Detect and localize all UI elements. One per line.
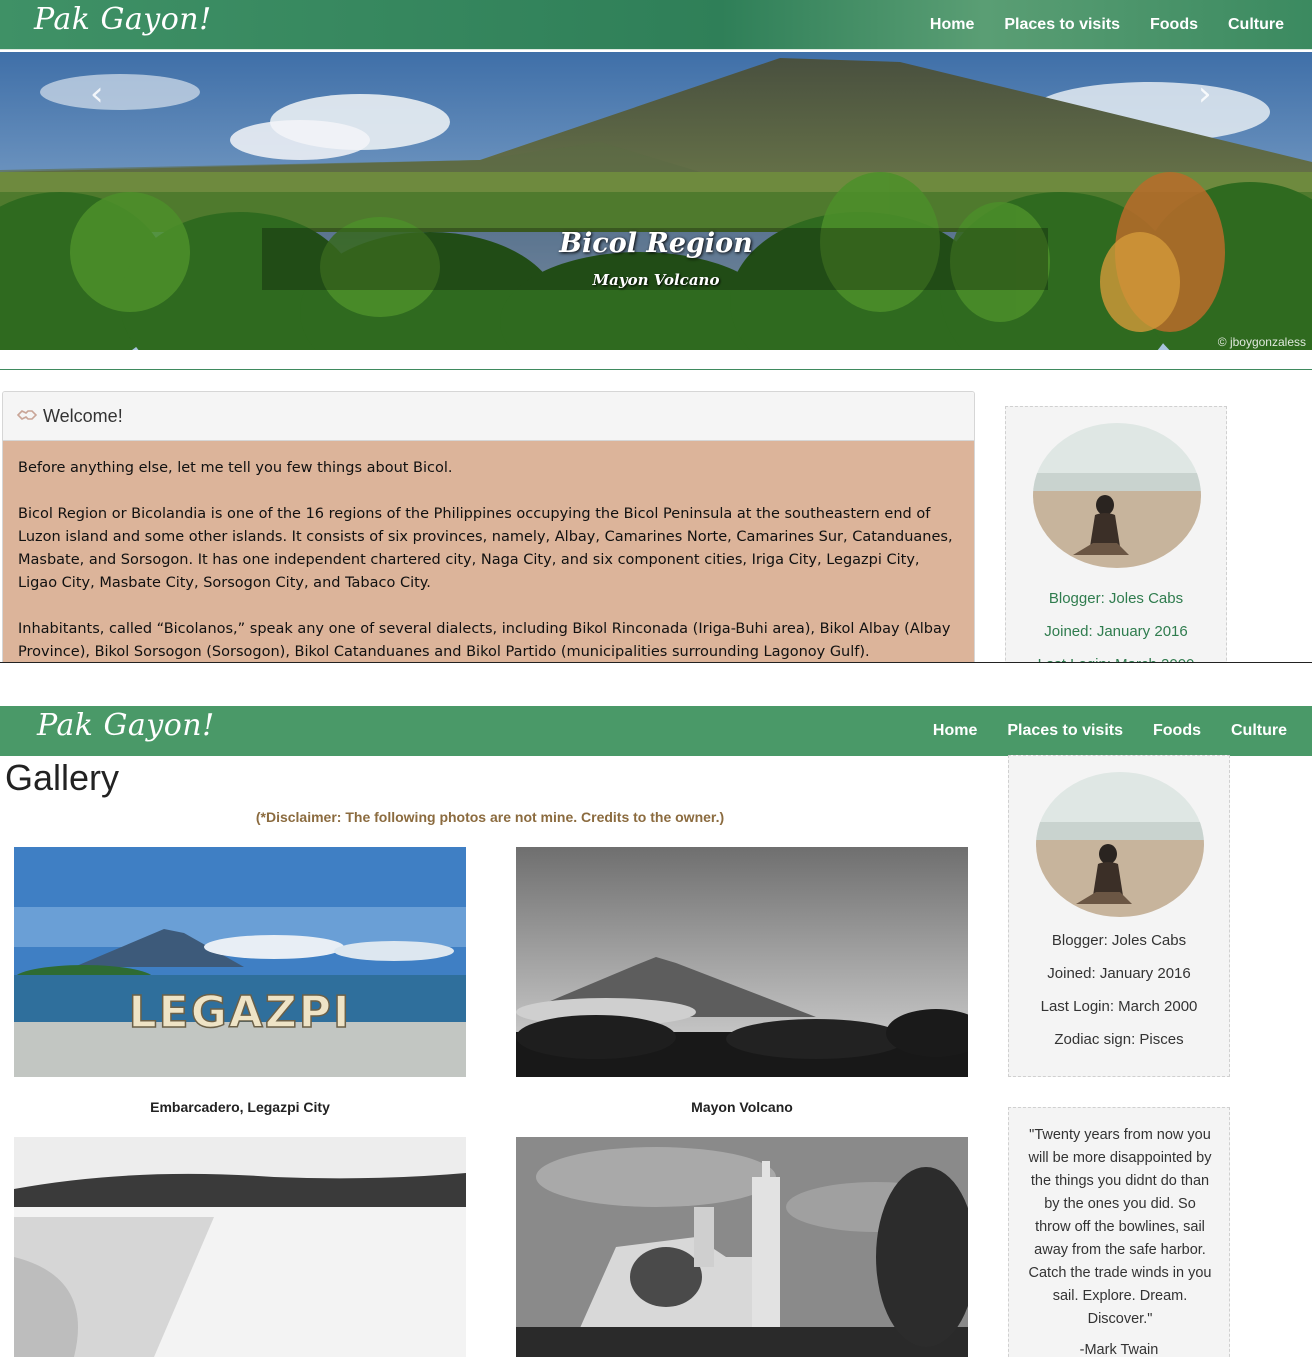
nav-foods[interactable]: Foods bbox=[1150, 16, 1198, 34]
photo-legazpi[interactable]: LEGAZPI bbox=[14, 847, 466, 1077]
legazpi-sign: LEGAZPI bbox=[129, 987, 352, 1038]
homepage-screenshot: Pak Gayon! Home Places to visits Foods C… bbox=[0, 0, 1312, 662]
photo-beach[interactable] bbox=[14, 1137, 466, 1357]
profile-blogger: Blogger: Joles Cabs bbox=[1051, 932, 1187, 949]
brand-logo[interactable]: Pak Gayon! bbox=[34, 2, 212, 37]
section-divider bbox=[0, 369, 1312, 370]
brand-logo[interactable]: Pak Gayon! bbox=[37, 708, 215, 743]
nav-places[interactable]: Places to visits bbox=[1007, 722, 1123, 740]
welcome-body: Before anything else, let me tell you fe… bbox=[3, 441, 974, 662]
nav-links: Home Places to visits Foods Culture bbox=[930, 0, 1284, 50]
nav-places[interactable]: Places to visits bbox=[1004, 16, 1120, 34]
welcome-paragraph: Bicol Region or Bicolandia is one of the… bbox=[18, 506, 953, 591]
profile-info: Blogger: Joles Cabs Joined: January 2016… bbox=[1006, 582, 1226, 662]
nav-home[interactable]: Home bbox=[930, 16, 974, 34]
welcome-title: Welcome! bbox=[43, 405, 123, 426]
profile-zodiac: Zodiac sign: Pisces bbox=[1054, 1031, 1184, 1048]
profile-last-login: Last Login: March 2000 bbox=[1006, 648, 1226, 662]
welcome-panel: Welcome! Before anything else, let me te… bbox=[2, 391, 975, 662]
carousel-subtitle: Mayon Volcano bbox=[592, 271, 720, 289]
welcome-paragraph: Before anything else, let me tell you fe… bbox=[18, 460, 453, 476]
profile-card: Blogger: Joles Cabs Joined: January 2016… bbox=[1008, 755, 1230, 1077]
gallery-title: Gallery bbox=[5, 757, 120, 798]
nav-culture[interactable]: Culture bbox=[1228, 16, 1284, 34]
nav-links: Home Places to visits Foods Culture bbox=[933, 706, 1287, 756]
chevron-right-icon[interactable]: › bbox=[1198, 74, 1212, 114]
avatar bbox=[1036, 772, 1204, 917]
profile-blogger: Blogger: Joles Cabs bbox=[1048, 590, 1184, 607]
photo-mayon-volcano[interactable] bbox=[516, 847, 968, 1077]
gallery-screenshot: Pak Gayon! Home Places to visits Foods C… bbox=[0, 706, 1312, 1357]
nav-home[interactable]: Home bbox=[933, 722, 977, 740]
carousel-title: Bicol Region bbox=[559, 228, 753, 259]
welcome-paragraph: Inhabitants, called “Bicolanos,” speak a… bbox=[18, 621, 951, 660]
avatar bbox=[1033, 423, 1201, 568]
welcome-panel-header: Welcome! bbox=[3, 392, 974, 441]
hero-carousel: Bicol Region Mayon Volcano ‹ › © jboygon… bbox=[0, 52, 1312, 350]
profile-last-login: Last Login: March 2000 bbox=[1040, 998, 1198, 1015]
photo-watermark: © jboygonzaless bbox=[1217, 335, 1306, 349]
nav-culture[interactable]: Culture bbox=[1231, 722, 1287, 740]
profile-card: Blogger: Joles Cabs Joined: January 2016… bbox=[1005, 406, 1227, 662]
nav-foods[interactable]: Foods bbox=[1153, 722, 1201, 740]
navbar: Pak Gayon! Home Places to visits Foods C… bbox=[0, 706, 1312, 756]
handshake-icon bbox=[16, 407, 38, 425]
profile-info: Blogger: Joles Cabs Joined: January 2016… bbox=[1009, 924, 1229, 1056]
quote-author: -Mark Twain bbox=[1079, 1342, 1159, 1357]
navbar: Pak Gayon! Home Places to visits Foods C… bbox=[0, 0, 1312, 50]
quote-card: "Twenty years from now you will be more … bbox=[1008, 1107, 1230, 1357]
gallery-disclaimer: (*Disclaimer: The following photos are n… bbox=[255, 809, 725, 825]
chevron-left-icon[interactable]: ‹ bbox=[90, 74, 104, 114]
photo-caption: Embarcadero, Legazpi City bbox=[150, 1099, 330, 1115]
screenshot-separator bbox=[0, 662, 1312, 663]
profile-joined: Joined: January 2016 bbox=[1047, 965, 1191, 982]
mayon-volcano-photo bbox=[0, 52, 1312, 350]
photo-church[interactable] bbox=[516, 1137, 968, 1357]
profile-joined: Joined: January 2016 bbox=[1044, 623, 1188, 640]
quote-text: "Twenty years from now you will be more … bbox=[1028, 1127, 1212, 1327]
photo-caption: Mayon Volcano bbox=[691, 1099, 793, 1115]
